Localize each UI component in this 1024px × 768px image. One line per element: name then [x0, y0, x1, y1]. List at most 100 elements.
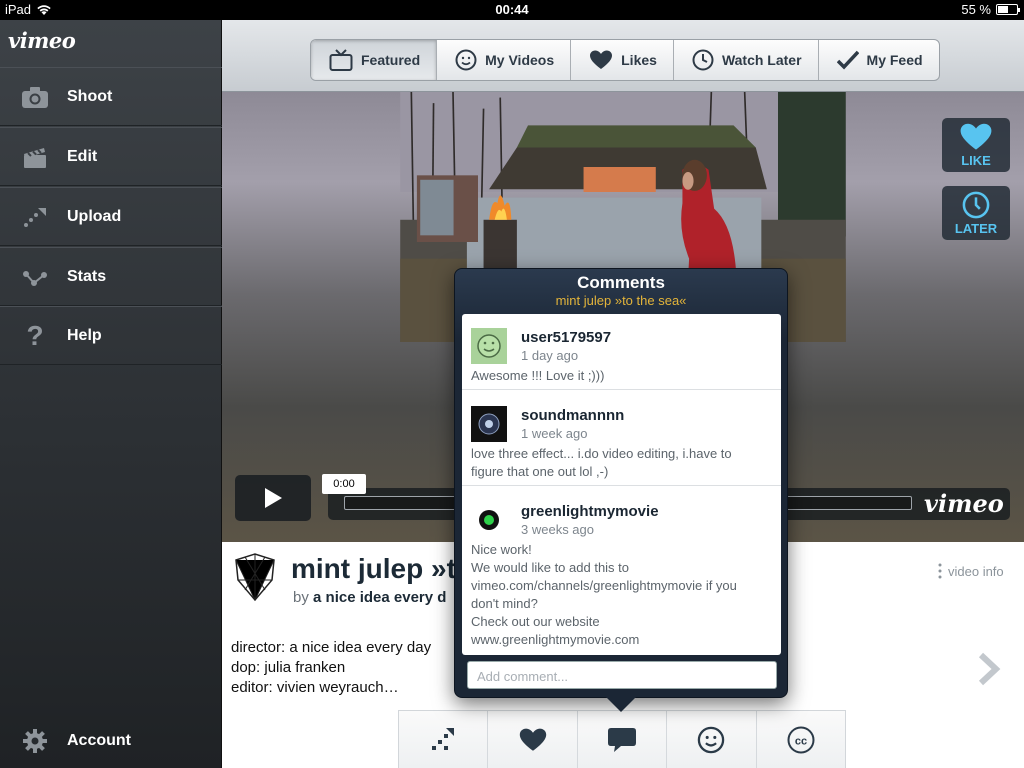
- by-prefix: by: [293, 589, 309, 606]
- battery-level: [998, 6, 1008, 13]
- speech-bubble-icon: [608, 727, 637, 752]
- more-icon: [938, 563, 942, 579]
- play-icon: [265, 488, 282, 508]
- comment-username[interactable]: user5179597: [521, 329, 611, 346]
- user-avatar: [471, 406, 507, 442]
- tab-label: My Feed: [866, 52, 923, 68]
- chevron-right-icon[interactable]: [976, 652, 1002, 686]
- tab-label: Watch Later: [721, 52, 802, 68]
- captions-button[interactable]: cc: [757, 711, 845, 768]
- account-label: Account: [67, 732, 131, 749]
- heart-icon: [519, 728, 546, 751]
- comment-line: www.greenlightmymovie.com: [471, 632, 640, 647]
- vimeo-watermark: vimeo: [924, 489, 1004, 518]
- video-title: mint julep »t: [291, 553, 456, 584]
- comment-text: love three effect... i.do video editing,…: [471, 445, 773, 481]
- sidebar-item-stats[interactable]: Stats: [0, 247, 222, 306]
- comments-button[interactable]: [578, 711, 668, 768]
- popover-arrow: [605, 696, 637, 712]
- battery-percent: 55 %: [961, 2, 991, 17]
- tab-likes[interactable]: Likes: [571, 40, 674, 80]
- video-description: director: a nice idea every day dop: jul…: [231, 638, 431, 698]
- comment-line: Check out our website: [471, 614, 600, 629]
- smiley-icon: [698, 726, 725, 753]
- smiley-icon: [455, 49, 477, 71]
- comment-username[interactable]: greenlightmymovie: [521, 503, 659, 520]
- comment-time: 1 day ago: [521, 348, 579, 363]
- sidebar-item-account[interactable]: Account: [0, 714, 222, 768]
- like-action-button[interactable]: [488, 711, 578, 768]
- camera-icon: [20, 82, 50, 112]
- battery-icon: [996, 4, 1020, 15]
- tab-label: My Videos: [485, 52, 555, 68]
- play-button[interactable]: [235, 475, 311, 521]
- add-comment-input[interactable]: Add comment...: [467, 661, 777, 689]
- comment-line: vimeo.com/channels/greenlightmymovie if …: [471, 578, 737, 593]
- later-label: LATER: [954, 220, 998, 236]
- svg-text:cc: cc: [795, 735, 807, 747]
- action-bar: cc: [398, 710, 846, 768]
- comment-item: user5179597 1 day ago Awesome !!! Love i…: [462, 314, 781, 390]
- tab-my-videos[interactable]: My Videos: [437, 40, 572, 80]
- status-bar: iPad 00:44 55 %: [0, 0, 1024, 20]
- checkmark-icon: [836, 50, 859, 70]
- comment-list[interactable]: user5179597 1 day ago Awesome !!! Love i…: [462, 314, 781, 655]
- sidebar-item-edit[interactable]: Edit: [0, 127, 222, 186]
- stats-icon: [20, 262, 50, 292]
- comment-item: soundmannnn 1 week ago love three effect…: [462, 390, 781, 486]
- comment-text: Awesome !!! Love it ;))): [471, 367, 773, 385]
- sidebar-item-label: Stats: [67, 267, 107, 285]
- author-avatar: [235, 553, 275, 602]
- upload-icon: [20, 202, 50, 232]
- like-button[interactable]: LIKE: [942, 118, 1010, 172]
- clock-icon: [692, 49, 714, 71]
- sidebar-item-shoot[interactable]: Shoot: [0, 67, 222, 126]
- description-line: dop: julia franken: [231, 659, 346, 676]
- heart-icon: [960, 123, 992, 150]
- help-icon: ?: [26, 319, 44, 351]
- author-link[interactable]: a nice idea every d: [313, 589, 446, 606]
- tab-featured[interactable]: Featured: [311, 40, 438, 80]
- gear-icon: [20, 726, 50, 756]
- comment-line: don't mind?: [471, 596, 538, 611]
- user-button[interactable]: [667, 711, 757, 768]
- sidebar-item-label: Upload: [67, 207, 122, 225]
- vimeo-logo: vimeo: [8, 28, 76, 53]
- tv-icon: [329, 49, 353, 71]
- tab-label: Featured: [361, 52, 421, 68]
- tab-watch-later[interactable]: Watch Later: [674, 40, 819, 80]
- comments-popover: Comments mint julep »to the sea« user517…: [454, 268, 788, 698]
- description-line: director: a nice idea every day: [231, 639, 432, 656]
- comment-line: figure that one out lol ,-): [471, 464, 609, 479]
- share-icon: [432, 727, 455, 750]
- tab-my-feed[interactable]: My Feed: [819, 40, 939, 80]
- comment-text: Nice work! We would like to add this to …: [471, 541, 773, 649]
- sidebar-item-help[interactable]: ? Help: [0, 306, 222, 365]
- comment-username[interactable]: soundmannnn: [521, 407, 624, 424]
- comment-line: We would like to add this to: [471, 560, 630, 575]
- sidebar-item-upload[interactable]: Upload: [0, 187, 222, 246]
- top-toolbar: Featured My Videos Likes Watch Later My …: [222, 20, 1024, 92]
- cc-icon: cc: [787, 726, 815, 753]
- comment-item: greenlightmymovie 3 weeks ago Nice work!…: [462, 486, 781, 655]
- sidebar-item-label: Help: [67, 326, 102, 344]
- popover-subtitle: mint julep »to the sea«: [555, 293, 687, 308]
- comment-time: 1 week ago: [521, 426, 588, 441]
- sidebar: vimeo Shoot Edit Upload Stats ? Help Acc…: [0, 20, 222, 768]
- current-time: 0:00: [322, 474, 366, 494]
- popover-title: Comments: [577, 273, 665, 292]
- user-avatar: [471, 502, 507, 538]
- comment-time: 3 weeks ago: [521, 522, 594, 537]
- video-byline: by a nice idea every d: [293, 589, 446, 606]
- sidebar-item-label: Edit: [67, 147, 98, 165]
- comment-line: Awesome !!! Love it ;))): [471, 368, 605, 383]
- description-line: editor: vivien weyrauch…: [231, 679, 399, 696]
- heart-icon: [590, 50, 613, 69]
- comment-line: Nice work!: [471, 542, 532, 557]
- clock-icon: [962, 191, 990, 218]
- comment-line: love three effect... i.do video editing,…: [471, 446, 732, 461]
- clock: 00:44: [495, 2, 529, 17]
- watch-later-button[interactable]: LATER: [942, 186, 1010, 240]
- video-info-button[interactable]: video info: [936, 562, 1004, 580]
- share-button[interactable]: [399, 711, 489, 768]
